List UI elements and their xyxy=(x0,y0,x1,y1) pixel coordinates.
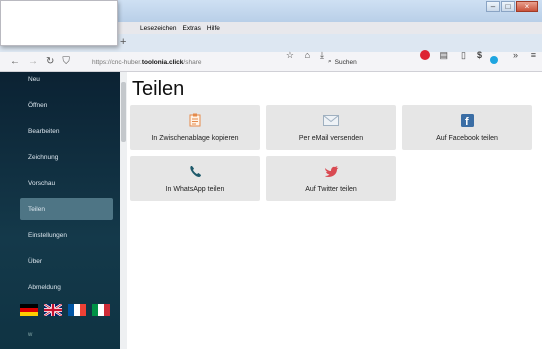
search-icon: ⌕ xyxy=(328,58,332,65)
sidebar-item-label: Abmeldung xyxy=(28,283,61,291)
tile-label: Per eMail versenden xyxy=(298,135,364,142)
minimize-button[interactable]: – xyxy=(486,1,500,12)
sidebar-item-neu[interactable]: Neu xyxy=(20,68,113,90)
whatsapp-share-button[interactable]: In WhatsApp teilen xyxy=(130,156,260,201)
sidebar-item-ueber[interactable]: Über xyxy=(20,250,113,272)
reload-icon[interactable]: ↻ xyxy=(46,56,54,67)
popup-overlay xyxy=(0,0,118,46)
sidebar-item-label: Einstellungen xyxy=(28,231,68,239)
flag-german-icon[interactable] xyxy=(20,304,38,316)
forward-icon[interactable]: → xyxy=(28,56,38,67)
envelope-icon xyxy=(323,113,339,127)
sidebar-item-label: Öffnen xyxy=(28,101,48,109)
url-domain: toolonia.click xyxy=(141,58,184,66)
sidebar-item-vorschau[interactable]: Vorschau xyxy=(20,172,113,194)
window-controls: – □ × xyxy=(486,1,538,12)
sidebar-item-abmeldung[interactable]: Abmeldung xyxy=(20,276,113,298)
search-placeholder: Suchen xyxy=(334,58,357,66)
adblock-icon[interactable] xyxy=(420,50,430,60)
shield-icon[interactable]: ⛉ xyxy=(62,56,70,67)
url-path: /share xyxy=(183,58,202,66)
sidebar-scrollbar[interactable] xyxy=(120,72,127,349)
menu-help[interactable]: Hilfe xyxy=(207,25,220,32)
dollar-icon[interactable]: $ xyxy=(477,50,482,60)
version-label: w xyxy=(28,332,33,338)
download-icon[interactable]: ⤓ xyxy=(320,50,324,61)
close-button[interactable]: × xyxy=(516,1,538,12)
flag-italian-icon[interactable] xyxy=(92,304,110,316)
new-tab-button[interactable]: + xyxy=(120,36,126,48)
menu-tools[interactable]: Extras xyxy=(183,25,201,32)
clipboard-icon xyxy=(189,113,201,127)
sidebar-icon[interactable]: ▯ xyxy=(461,50,466,61)
facebook-icon: f xyxy=(460,113,474,127)
url-bar[interactable]: https://cnc-huber. toolonia.click/share xyxy=(92,55,262,69)
menu-bookmarks[interactable]: Lesezeichen xyxy=(140,25,177,32)
sidebar-item-label: Teilen xyxy=(28,205,45,213)
menu-icon[interactable]: ≡ xyxy=(531,50,536,60)
overflow-icon[interactable]: » xyxy=(513,50,518,60)
sidebar-item-label: Vorschau xyxy=(28,179,56,187)
tile-label: In WhatsApp teilen xyxy=(165,186,225,193)
menubar: Lesezeichen Extras Hilfe xyxy=(140,22,220,34)
sidebar-item-bearbeiten[interactable]: Bearbeiten xyxy=(20,120,113,142)
sidebar-item-label: Neu xyxy=(28,75,40,83)
main-content: Teilen In Zwischenablage kopieren Per eM… xyxy=(127,72,542,349)
home-icon[interactable]: ⌂ xyxy=(305,50,310,60)
tile-label: In Zwischenablage kopieren xyxy=(151,135,239,142)
copy-clipboard-button[interactable]: In Zwischenablage kopieren xyxy=(130,105,260,150)
search-input[interactable]: ⌕ Suchen xyxy=(328,55,412,69)
sidebar-item-oeffnen[interactable]: Öffnen xyxy=(20,94,113,116)
sidebar-item-einstellungen[interactable]: Einstellungen xyxy=(20,224,113,246)
flag-french-icon[interactable] xyxy=(68,304,86,316)
sidebar-item-label: Zeichnung xyxy=(28,153,59,161)
svg-text:f: f xyxy=(465,116,469,127)
tile-label: Auf Facebook teilen xyxy=(436,135,498,142)
sidebar: Neu Öffnen Bearbeiten Zeichnung Vorschau… xyxy=(0,72,120,349)
sidebar-item-label: Über xyxy=(28,257,43,265)
maximize-button[interactable]: □ xyxy=(501,1,515,12)
twitter-bird-icon xyxy=(324,164,339,178)
extension-icon[interactable] xyxy=(490,56,498,64)
page-title: Teilen xyxy=(132,78,185,100)
tile-label: Auf Twitter teilen xyxy=(305,186,357,193)
twitter-share-button[interactable]: Auf Twitter teilen xyxy=(266,156,396,201)
phone-icon xyxy=(189,164,202,178)
email-button[interactable]: Per eMail versenden xyxy=(266,105,396,150)
sidebar-item-label: Bearbeiten xyxy=(28,127,60,135)
back-icon[interactable]: ← xyxy=(10,56,20,67)
scroll-thumb[interactable] xyxy=(121,82,126,142)
sidebar-item-zeichnung[interactable]: Zeichnung xyxy=(20,146,113,168)
reader-icon[interactable]: ▤ xyxy=(439,50,448,61)
facebook-share-button[interactable]: f Auf Facebook teilen xyxy=(402,105,532,150)
url-prefix: https://cnc-huber. xyxy=(92,58,142,66)
sidebar-item-teilen[interactable]: Teilen xyxy=(20,198,113,220)
star-icon[interactable]: ☆ xyxy=(286,50,294,61)
language-flags xyxy=(20,304,110,316)
flag-uk-icon[interactable] xyxy=(44,304,62,316)
